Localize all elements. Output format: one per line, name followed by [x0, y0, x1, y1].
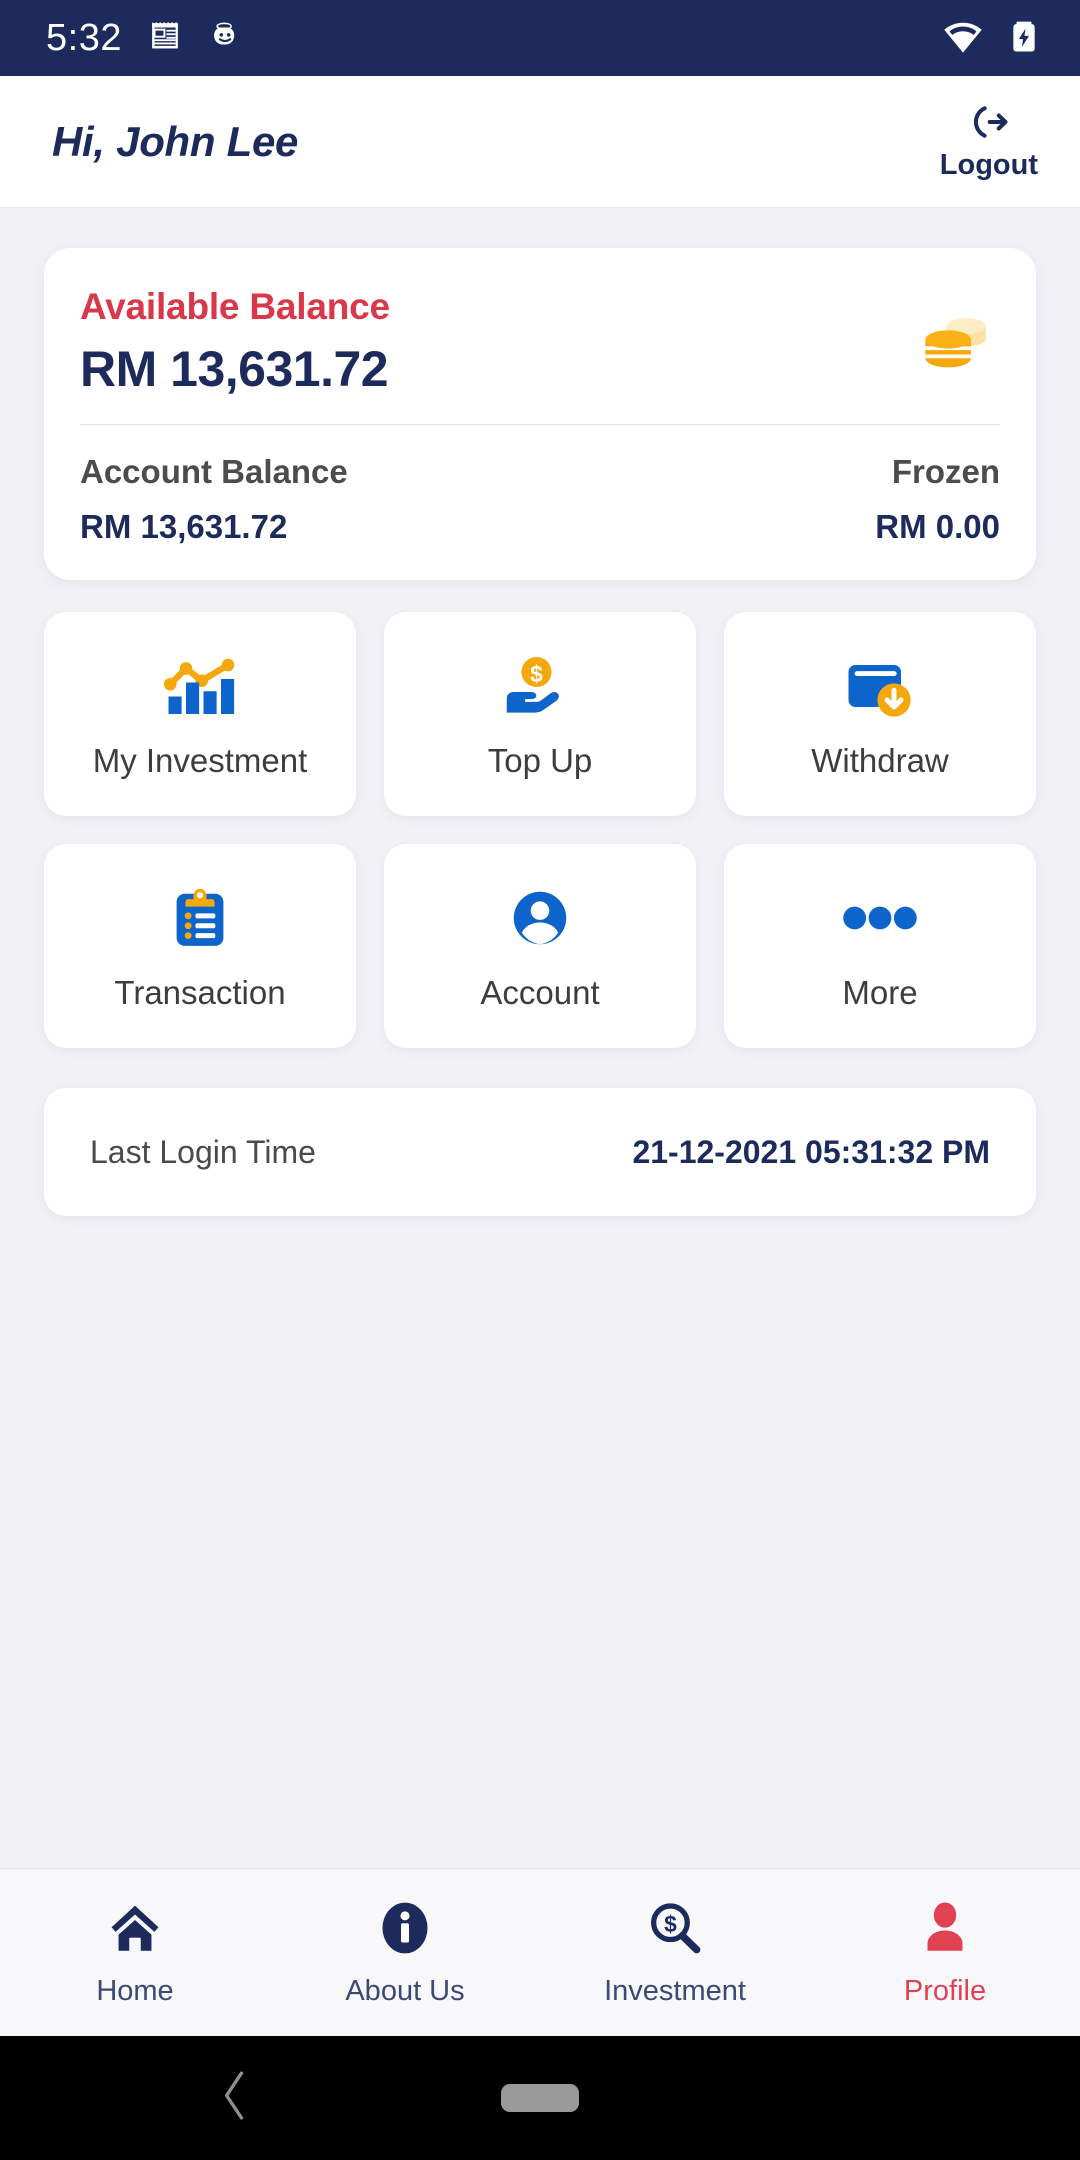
account-balance-value: RM 13,631.72: [80, 508, 288, 545]
svg-text:$: $: [530, 661, 543, 687]
tile-more[interactable]: More: [724, 844, 1036, 1048]
bottom-navigation: Home About Us $ Investment Profile: [0, 1868, 1080, 2036]
nav-label: About Us: [345, 1975, 465, 2007]
home-icon: [107, 1897, 163, 1959]
tile-account[interactable]: Account: [384, 844, 696, 1048]
smiley-face-icon: [208, 19, 242, 58]
svg-text:$: $: [664, 1911, 677, 1937]
tile-label: Transaction: [114, 974, 286, 1011]
app-header: Hi, John Lee Logout: [0, 76, 1080, 208]
frozen-label: Frozen: [891, 453, 1000, 490]
news-notepad-icon: [148, 19, 182, 58]
account-balance-block: Account Balance RM 13,631.72: [80, 453, 348, 546]
balance-headline: Available Balance RM 13,631.72: [80, 286, 918, 398]
nav-label: Profile: [903, 1975, 987, 2007]
clipboard-list-icon: [164, 880, 236, 956]
three-dots-icon: [842, 880, 918, 956]
status-bar-right: [942, 15, 1044, 62]
last-login-card: Last Login Time 21-12-2021 05:31:32 PM: [44, 1088, 1036, 1216]
search-dollar-icon: $: [647, 1897, 703, 1959]
back-chevron-icon[interactable]: [218, 2068, 252, 2129]
frozen-value: RM 0.00: [875, 508, 1000, 545]
greeting-text: Hi, John Lee: [52, 117, 299, 165]
logout-label: Logout: [939, 149, 1038, 181]
tile-label: Withdraw: [811, 742, 949, 779]
last-login-value: 21-12-2021 05:31:32 PM: [632, 1133, 990, 1170]
logout-button[interactable]: Logout: [940, 101, 1038, 182]
nav-item-about-us[interactable]: About Us: [270, 1897, 540, 2008]
user-circle-icon: [505, 880, 575, 956]
account-balance-label: Account Balance: [80, 453, 348, 490]
balance-card: Available Balance RM 13,631.72 Account B…: [44, 248, 1036, 580]
quick-action-grid: My Investment $ Top Up Withdraw Transact…: [44, 612, 1036, 1048]
wallet-download-icon: [841, 648, 919, 724]
nav-item-investment[interactable]: $ Investment: [540, 1897, 810, 2008]
frozen-block: Frozen RM 0.00: [875, 453, 1000, 546]
balance-card-top: Available Balance RM 13,631.72: [80, 286, 1000, 398]
tile-transaction[interactable]: Transaction: [44, 844, 356, 1048]
tile-my-investment[interactable]: My Investment: [44, 612, 356, 816]
tile-label: More: [842, 974, 918, 1011]
info-circle-icon: [379, 1897, 431, 1959]
home-pill-icon[interactable]: [501, 2084, 579, 2112]
available-balance-amount: RM 13,631.72: [80, 341, 389, 397]
status-bar-clock: 5:32: [46, 17, 122, 59]
wifi-icon: [942, 15, 984, 62]
main-content: Available Balance RM 13,631.72 Account B…: [0, 208, 1080, 1868]
app-screen: 5:32 Hi, John Lee Logout Available Balan…: [0, 0, 1080, 2160]
hand-coin-icon: $: [501, 648, 579, 724]
tile-top-up[interactable]: $ Top Up: [384, 612, 696, 816]
tile-label: Account: [480, 974, 600, 1011]
bar-chart-trend-icon: [161, 648, 239, 724]
nav-item-home[interactable]: Home: [0, 1897, 270, 2008]
tile-label: My Investment: [92, 742, 308, 779]
android-system-nav: [0, 2036, 1080, 2160]
battery-charging-icon: [1004, 16, 1044, 61]
tile-label: Top Up: [487, 742, 593, 779]
available-balance-label: Available Balance: [80, 286, 390, 327]
tile-withdraw[interactable]: Withdraw: [724, 612, 1036, 816]
balance-card-bottom: Account Balance RM 13,631.72 Frozen RM 0…: [80, 425, 1000, 546]
nav-label: Home: [96, 1975, 174, 2007]
status-bar-left: 5:32: [46, 19, 242, 58]
person-icon: [920, 1897, 970, 1959]
coin-stack-icon: [918, 286, 1000, 379]
sign-out-icon: [966, 101, 1012, 148]
nav-label: Investment: [604, 1975, 746, 2007]
last-login-label: Last Login Time: [90, 1133, 316, 1170]
nav-item-profile[interactable]: Profile: [810, 1897, 1080, 2008]
status-bar: 5:32: [0, 0, 1080, 76]
